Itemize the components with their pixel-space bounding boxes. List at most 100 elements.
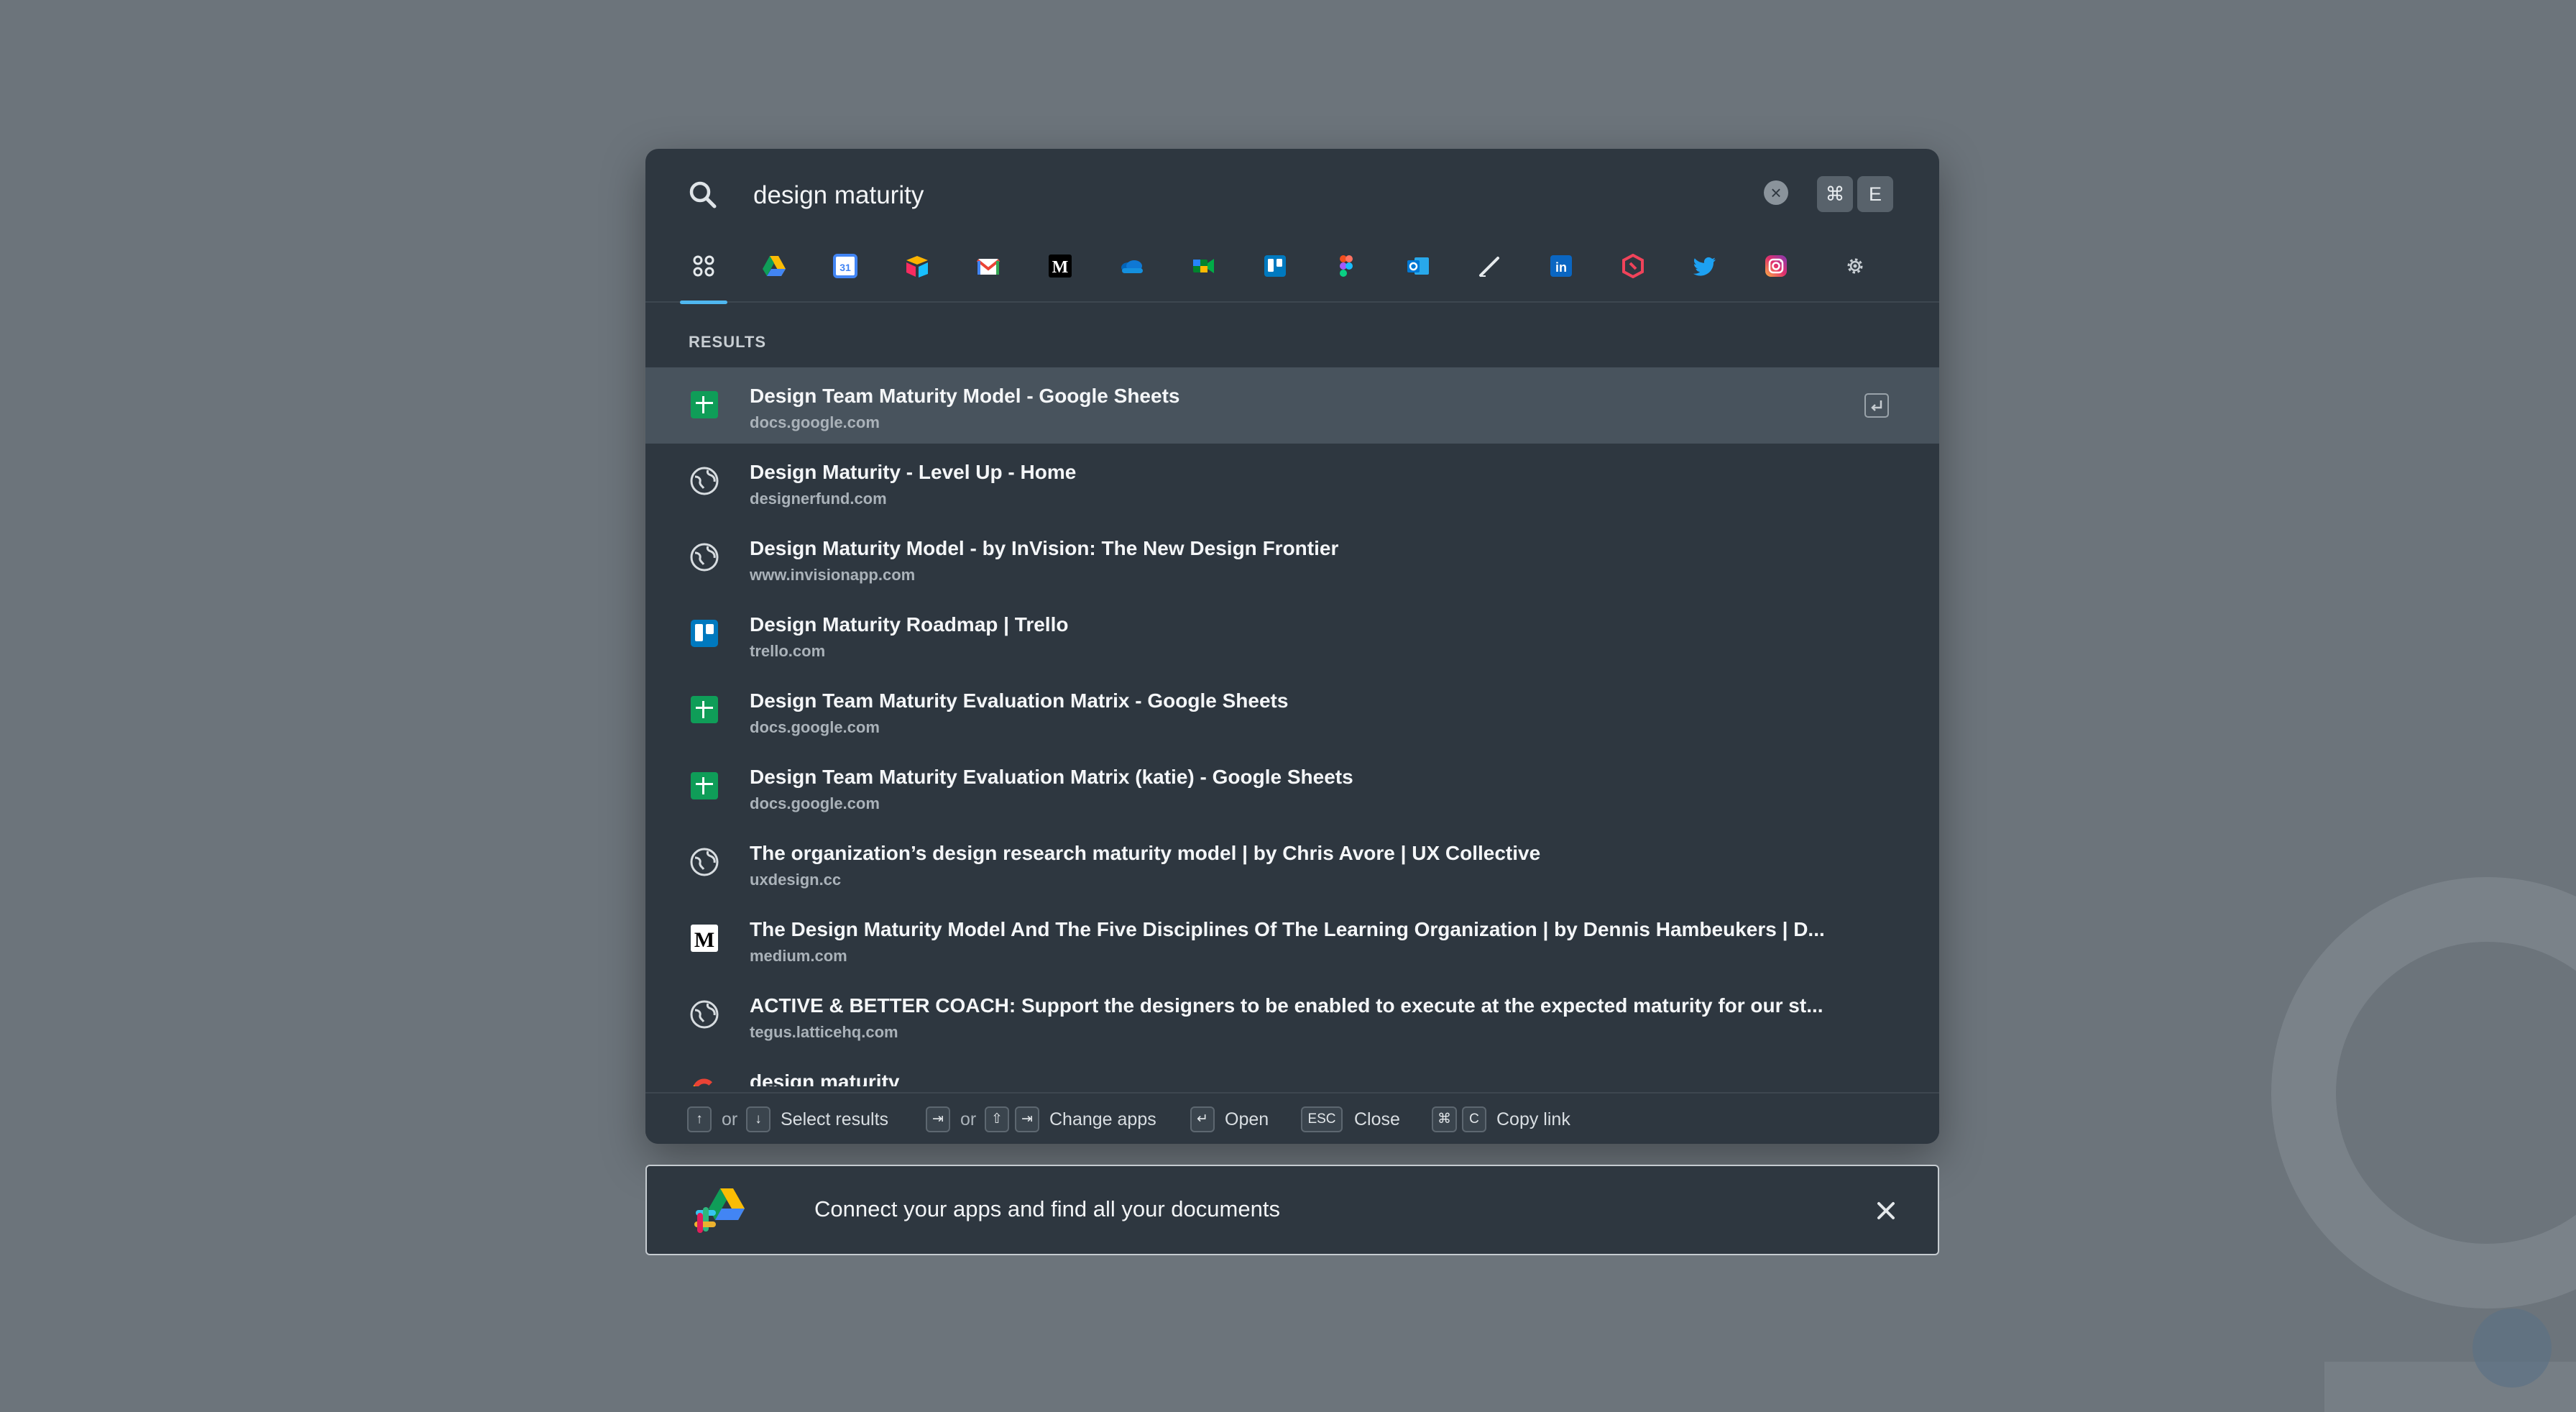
tab-twitter[interactable] [1681, 235, 1729, 303]
result-title: Design Team Maturity Evaluation Matrix (… [750, 766, 1353, 788]
result-url: docs.google.com [750, 718, 880, 736]
hint-close: Close [1354, 1109, 1400, 1129]
banner-message: Connect your apps and find all your docu… [814, 1196, 1280, 1221]
tab-all-apps[interactable] [680, 235, 727, 304]
tab-pen[interactable] [1466, 235, 1513, 303]
result-item[interactable]: Design Team Maturity Model - Google Shee… [645, 367, 1939, 444]
tab-onedrive[interactable] [1108, 235, 1155, 303]
hint-or: or [960, 1109, 977, 1129]
shortcut-key-cmd: ⌘ [1817, 176, 1853, 212]
globe-icon [690, 543, 719, 572]
result-item[interactable]: Design Maturity Roadmap | Trello trello.… [645, 596, 1939, 672]
tab-trello[interactable] [1251, 235, 1299, 303]
airtable-icon [906, 256, 928, 278]
app-filter-tabs: 31 M in [645, 235, 1939, 304]
result-title: The organization’s design research matur… [750, 842, 1541, 864]
tab-medium[interactable]: M [1036, 235, 1084, 303]
tab-google-drive[interactable] [750, 235, 798, 303]
shift-key-icon: ⇧ [985, 1106, 1009, 1132]
hint-or: or [722, 1109, 738, 1129]
result-title: ACTIVE & BETTER COACH: Support the desig… [750, 994, 1823, 1017]
globe-icon [690, 848, 719, 876]
result-url: trello.com [750, 642, 826, 660]
tab-google-meet[interactable] [1179, 235, 1227, 303]
c-key: C [1462, 1106, 1486, 1132]
linkedin-icon: in [1550, 255, 1572, 277]
slack-drive-logo-icon [694, 1188, 745, 1233]
globe-icon [690, 1000, 719, 1029]
result-title: Design Team Maturity Model - Google Shee… [750, 385, 1180, 407]
result-url: uxdesign.cc [750, 871, 842, 889]
tab-figma[interactable] [1322, 235, 1370, 303]
cmd-key: ⌘ [1432, 1106, 1457, 1132]
tab-key-icon: ⇥ [926, 1106, 950, 1132]
result-title: Design Maturity Model - by InVision: The… [750, 537, 1339, 559]
result-item[interactable]: ACTIVE & BETTER COACH: Support the desig… [645, 977, 1939, 1053]
lattice-icon [1622, 254, 1644, 278]
result-item[interactable]: The organization’s design research matur… [645, 825, 1939, 901]
tab-instagram[interactable] [1752, 235, 1800, 303]
result-item[interactable]: design maturity [645, 1053, 1939, 1086]
tab-outlook[interactable] [1394, 235, 1442, 303]
tab-google-calendar[interactable]: 31 [822, 235, 869, 303]
grid-icon [693, 255, 714, 277]
result-url: designerfund.com [750, 490, 887, 508]
background-decoration [2271, 877, 2576, 1308]
result-url: medium.com [750, 947, 847, 965]
medium-icon: M [1049, 255, 1072, 278]
tab-lattice[interactable] [1609, 235, 1657, 303]
result-item[interactable]: Design Maturity - Level Up - Home design… [645, 444, 1939, 520]
search-icon [689, 181, 717, 208]
result-url: docs.google.com [750, 794, 880, 812]
hint-open: Open [1225, 1109, 1269, 1129]
hint-select-results: Select results [781, 1109, 889, 1129]
search-input[interactable] [753, 175, 1616, 216]
outlook-icon [1407, 257, 1429, 275]
result-title: The Design Maturity Model And The Five D… [750, 918, 1825, 940]
connect-apps-banner[interactable]: Connect your apps and find all your docu… [645, 1165, 1939, 1255]
svg-text:31: 31 [840, 262, 851, 273]
result-title: Design Maturity - Level Up - Home [750, 461, 1077, 483]
results-heading: RESULTS [689, 333, 767, 351]
result-item[interactable]: Design Maturity Model - by InVision: The… [645, 520, 1939, 596]
search-row: × ⌘ E [645, 149, 1939, 235]
figma-icon [1340, 255, 1353, 277]
hint-copy-link: Copy link [1496, 1109, 1570, 1129]
tab-key-icon: ⇥ [1015, 1106, 1039, 1132]
pen-icon [1479, 257, 1499, 277]
result-title: Design Maturity Roadmap | Trello [750, 613, 1069, 636]
tab-gmail[interactable] [965, 235, 1012, 303]
tab-linkedin[interactable]: in [1537, 235, 1585, 303]
esc-key: ESC [1301, 1106, 1343, 1132]
shortcut-key-e: E [1857, 176, 1893, 212]
result-item[interactable]: M The Design Maturity Model And The Five… [645, 901, 1939, 977]
tab-settings[interactable] [1831, 235, 1879, 303]
results-list: Design Team Maturity Model - Google Shee… [645, 367, 1939, 1086]
close-icon[interactable] [1869, 1193, 1903, 1228]
google-sheets-icon [691, 391, 718, 418]
gmail-icon [976, 259, 1000, 275]
google-sheets-icon [691, 772, 718, 799]
result-url: www.invisionapp.com [750, 566, 916, 584]
google-drive-icon [763, 256, 786, 276]
arrow-up-key-icon: ↑ [687, 1106, 712, 1132]
enter-icon [1864, 393, 1889, 418]
trello-icon [691, 620, 718, 647]
svg-text:in: in [1555, 260, 1567, 275]
globe-icon [690, 467, 719, 495]
google-icon [693, 1078, 712, 1086]
svg-text:M: M [694, 928, 714, 952]
trello-icon [1264, 255, 1286, 277]
instagram-icon [1765, 255, 1787, 277]
result-title: Design Team Maturity Evaluation Matrix -… [750, 689, 1289, 712]
clear-search-button[interactable]: × [1764, 180, 1788, 205]
background-chat-button [2472, 1308, 2552, 1388]
result-title: design maturity [750, 1071, 900, 1086]
result-item[interactable]: Design Team Maturity Evaluation Matrix -… [645, 672, 1939, 748]
tab-airtable[interactable] [893, 235, 941, 303]
command-palette: × ⌘ E 31 [645, 149, 1939, 1144]
result-url: tegus.latticehq.com [750, 1023, 898, 1041]
medium-icon: M [691, 925, 718, 952]
twitter-icon [1693, 257, 1716, 276]
result-item[interactable]: Design Team Maturity Evaluation Matrix (… [645, 748, 1939, 825]
